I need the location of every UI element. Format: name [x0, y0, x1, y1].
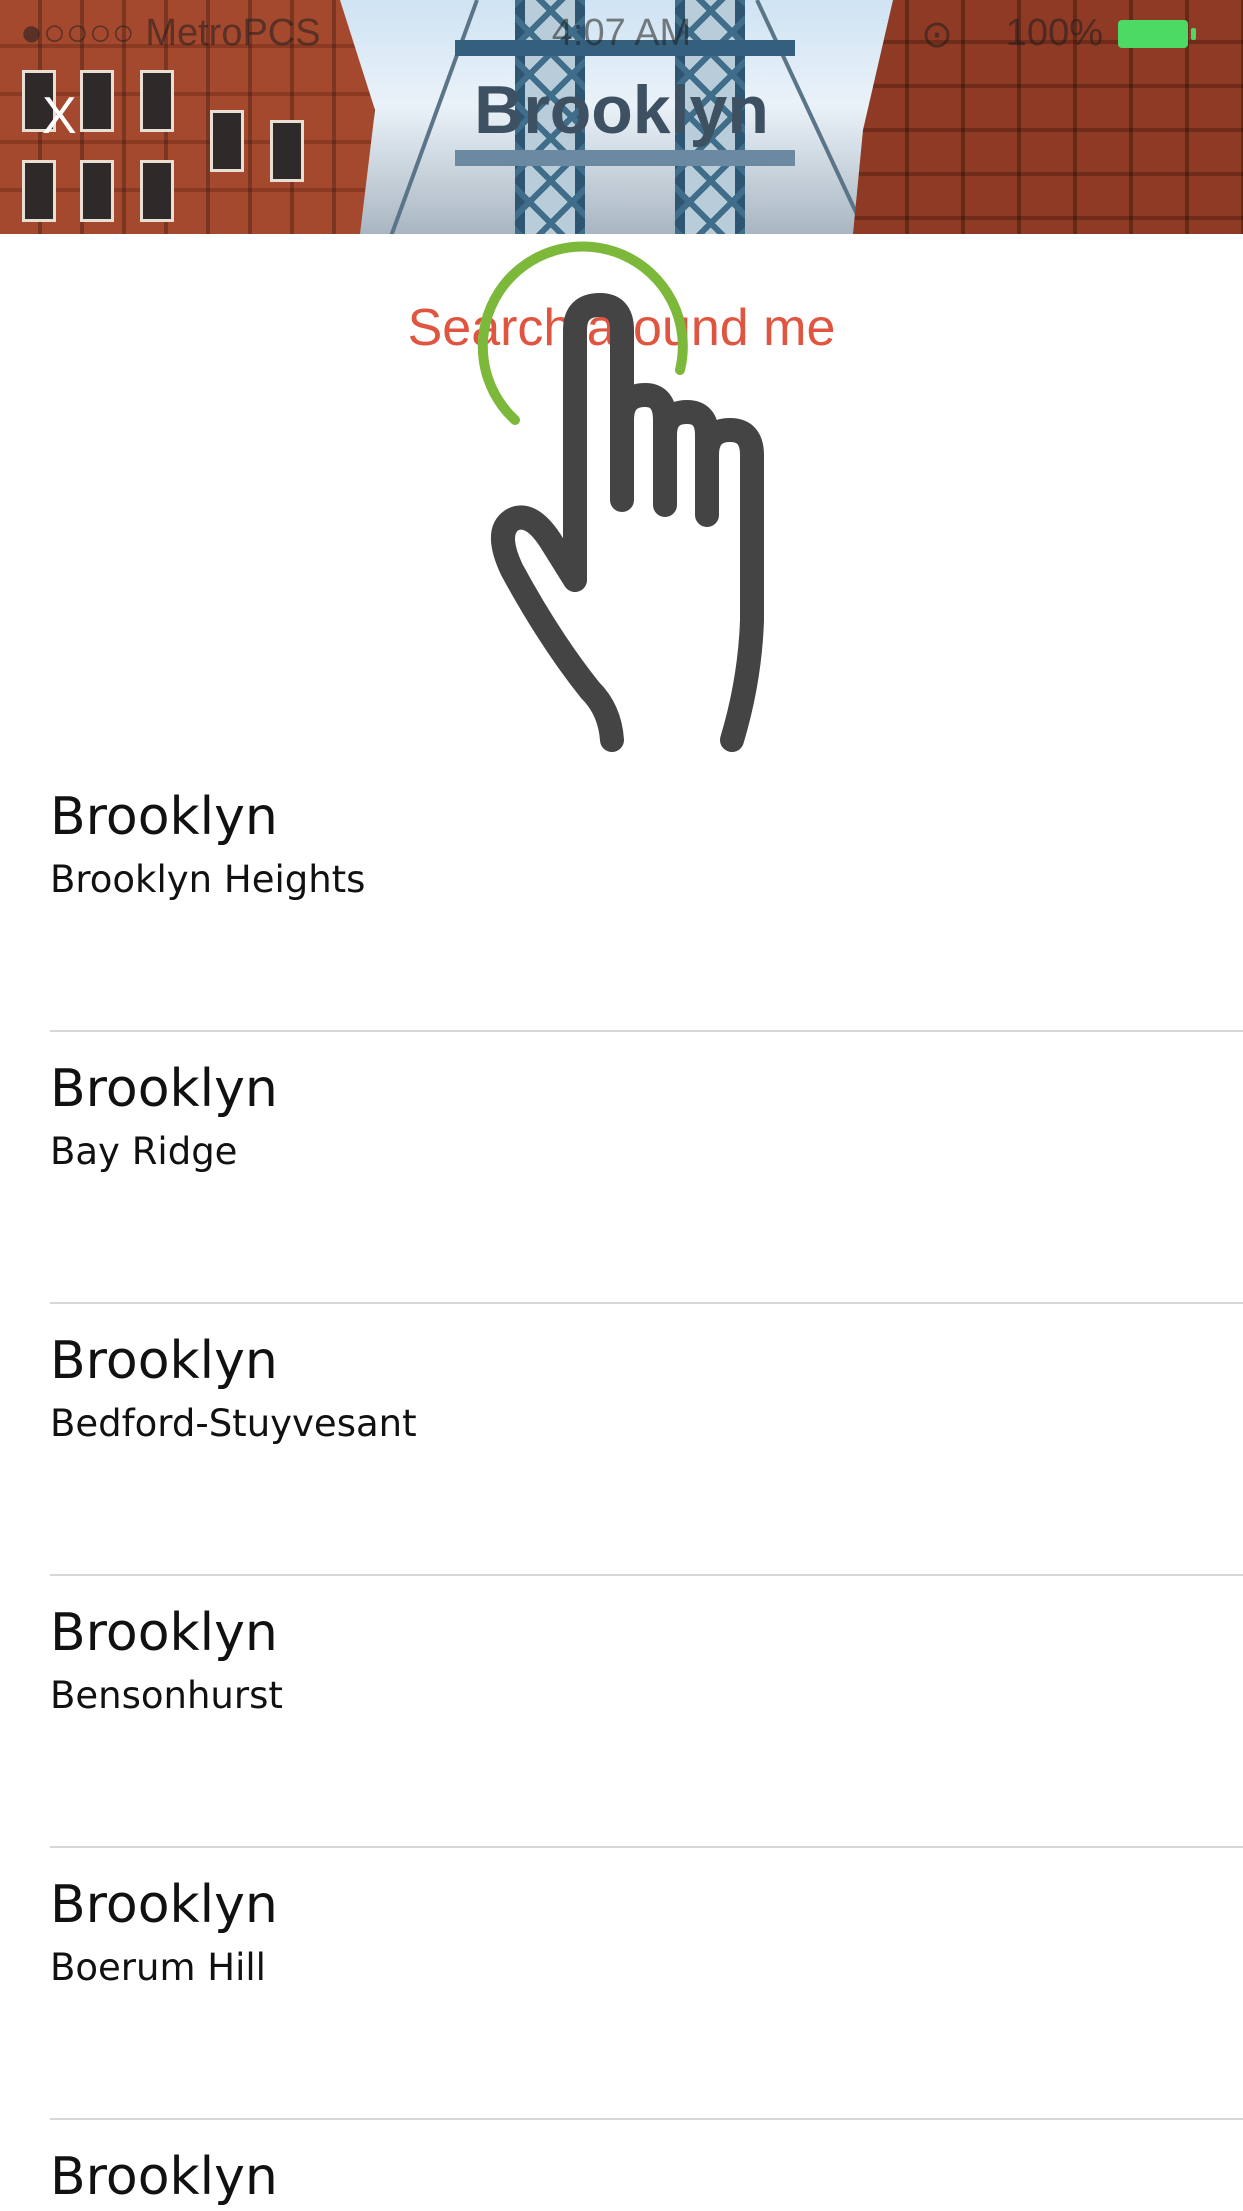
- list-item-neighborhood: Boerum Hill: [50, 1946, 266, 1989]
- page-title: Brooklyn: [474, 72, 769, 148]
- list-item-city: Brooklyn: [50, 1331, 278, 1391]
- battery-percent: 100%: [1005, 12, 1103, 54]
- list-item-neighborhood: Bedford-Stuyvesant: [50, 1402, 417, 1445]
- list-item[interactable]: Brooklyn Brooklyn Heights: [0, 760, 1243, 1032]
- list-item-neighborhood: Brooklyn Heights: [50, 858, 366, 901]
- status-bar: ●○○○○ MetroPCS 4:07 AM ⊙ 100%: [0, 0, 1243, 60]
- list-item-city: Brooklyn: [50, 2147, 278, 2207]
- battery-icon: [1118, 20, 1196, 48]
- list-item[interactable]: Brooklyn Boerum Hill: [0, 1848, 1243, 2120]
- list-item-neighborhood: Bensonhurst: [50, 1674, 283, 1717]
- list-item[interactable]: Brooklyn: [0, 2120, 1243, 2211]
- list-item-city: Brooklyn: [50, 1059, 278, 1119]
- list-item-city: Brooklyn: [50, 1875, 278, 1935]
- tap-gesture-hint-icon: [477, 241, 764, 752]
- list-item[interactable]: Brooklyn Bensonhurst: [0, 1576, 1243, 1848]
- rotation-lock-icon: ⊙: [921, 14, 953, 56]
- list-item[interactable]: Brooklyn Bedford-Stuyvesant: [0, 1304, 1243, 1576]
- list-item[interactable]: Brooklyn Bay Ridge: [0, 1032, 1243, 1304]
- list-item-city: Brooklyn: [50, 1603, 278, 1663]
- app-screen: ●○○○○ MetroPCS 4:07 AM ⊙ 100% X Brooklyn…: [0, 0, 1243, 2211]
- list-item-city: Brooklyn: [50, 787, 278, 847]
- header-banner: ●○○○○ MetroPCS 4:07 AM ⊙ 100% X Brooklyn: [0, 0, 1243, 234]
- neighborhood-list: Brooklyn Brooklyn Heights Brooklyn Bay R…: [0, 760, 1243, 2211]
- list-item-neighborhood: Bay Ridge: [50, 1130, 238, 1173]
